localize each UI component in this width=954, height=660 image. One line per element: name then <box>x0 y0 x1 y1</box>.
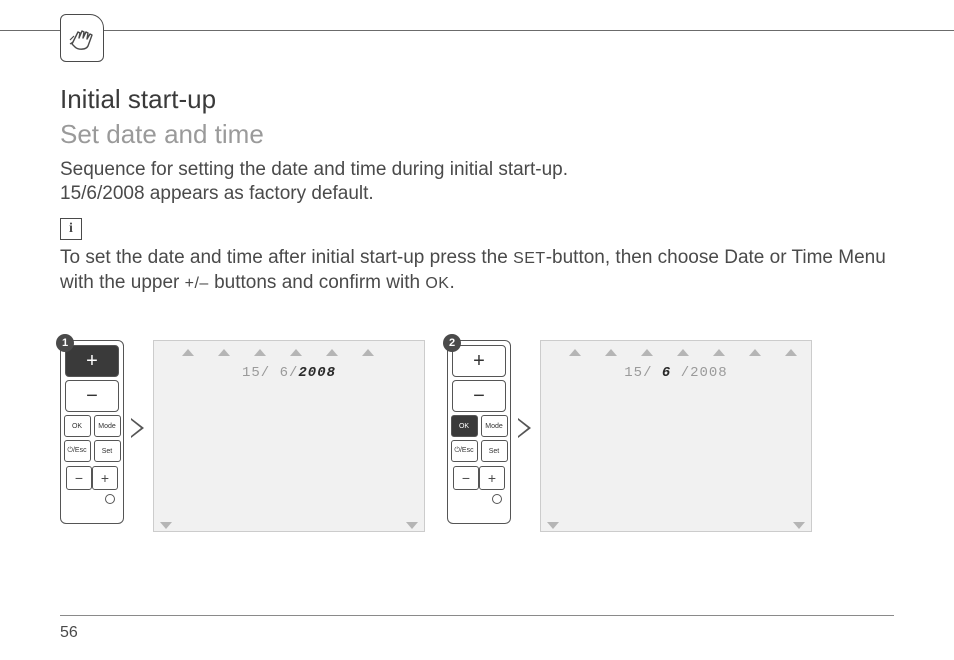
step-2: 2 + − OK Mode ⏻/Esc Set − + <box>447 340 812 532</box>
keypad-step-1: + − OK Mode ⏻/Esc Set − + <box>60 340 124 524</box>
screen-date-step-2: 15/ 6 /2008 <box>541 365 811 381</box>
mode-button[interactable]: Mode <box>481 415 508 437</box>
step-1-badge: 1 <box>56 334 74 352</box>
triangle-icon <box>569 349 581 356</box>
triangle-icon <box>785 349 797 356</box>
set-label: SET <box>513 250 546 267</box>
plusminus-label: +/– <box>185 275 209 292</box>
triangle-icon <box>749 349 761 356</box>
triangle-down-icon <box>793 522 805 529</box>
triangle-icon <box>641 349 653 356</box>
keypad-step-2: + − OK Mode ⏻/Esc Set − + <box>447 340 511 524</box>
intro-line-2: 15/6/2008 appears as factory default. <box>60 183 374 204</box>
triangle-icon <box>362 349 374 356</box>
triangle-icon <box>182 349 194 356</box>
intro-line-1: Sequence for setting the date and time d… <box>60 159 568 180</box>
screen-top-triangles <box>182 349 374 356</box>
ok-label: OK <box>425 275 449 292</box>
p2-pre: To set the date and time after initial s… <box>60 247 513 268</box>
lcd-screen-step-2: 15/ 6 /2008 <box>540 340 812 532</box>
minus-bottom-button[interactable]: − <box>453 466 479 490</box>
step-1: 1 + − OK Mode ⏻/Esc Set − + <box>60 340 425 532</box>
plus-button[interactable]: + <box>65 345 119 377</box>
instruction-paragraph: To set the date and time after initial s… <box>60 246 894 296</box>
bottom-rule <box>60 615 894 616</box>
page-subtitle: Set date and time <box>60 119 894 150</box>
plus-bottom-button[interactable]: + <box>92 466 118 490</box>
lcd-screen-step-1: 15/ 6/2008 <box>153 340 425 532</box>
arrow-icon <box>519 418 532 438</box>
set-button[interactable]: Set <box>481 440 508 462</box>
p2-end: . <box>449 272 454 293</box>
date-highlight: 6 <box>662 365 671 381</box>
triangle-down-icon <box>547 522 559 529</box>
set-button[interactable]: Set <box>94 440 121 462</box>
keypad-led <box>105 494 115 504</box>
date-prefix: 15/ <box>624 365 662 381</box>
keypad-led <box>492 494 502 504</box>
ok-button[interactable]: OK <box>451 415 478 437</box>
triangle-icon <box>218 349 230 356</box>
hand-icon <box>66 22 98 54</box>
plus-bottom-button[interactable]: + <box>479 466 505 490</box>
arrow-icon <box>132 418 145 438</box>
intro-paragraph: Sequence for setting the date and time d… <box>60 158 894 206</box>
mode-button[interactable]: Mode <box>94 415 121 437</box>
triangle-icon <box>677 349 689 356</box>
minus-button[interactable]: − <box>65 380 119 412</box>
screen-date-step-1: 15/ 6/2008 <box>154 365 424 381</box>
triangle-icon <box>290 349 302 356</box>
triangle-icon <box>713 349 725 356</box>
esc-button[interactable]: ⏻/Esc <box>451 440 478 462</box>
triangle-icon <box>605 349 617 356</box>
page-title: Initial start-up <box>60 84 894 115</box>
esc-button[interactable]: ⏻/Esc <box>64 440 91 462</box>
minus-button[interactable]: − <box>452 380 506 412</box>
screen-top-triangles <box>569 349 797 356</box>
plus-button[interactable]: + <box>452 345 506 377</box>
date-highlight: 2008 <box>298 365 336 381</box>
date-suffix: /2008 <box>671 365 727 381</box>
triangle-down-icon <box>406 522 418 529</box>
info-icon: i <box>60 218 82 240</box>
touch-hand-emblem <box>60 14 104 62</box>
p2-mid2: buttons and confirm with <box>209 272 426 293</box>
triangle-icon <box>254 349 266 356</box>
date-prefix: 15/ 6/ <box>242 365 298 381</box>
top-rule <box>0 30 954 31</box>
step-2-badge: 2 <box>443 334 461 352</box>
ok-button[interactable]: OK <box>64 415 91 437</box>
triangle-icon <box>326 349 338 356</box>
triangle-down-icon <box>160 522 172 529</box>
page-number: 56 <box>60 624 78 642</box>
minus-bottom-button[interactable]: − <box>66 466 92 490</box>
